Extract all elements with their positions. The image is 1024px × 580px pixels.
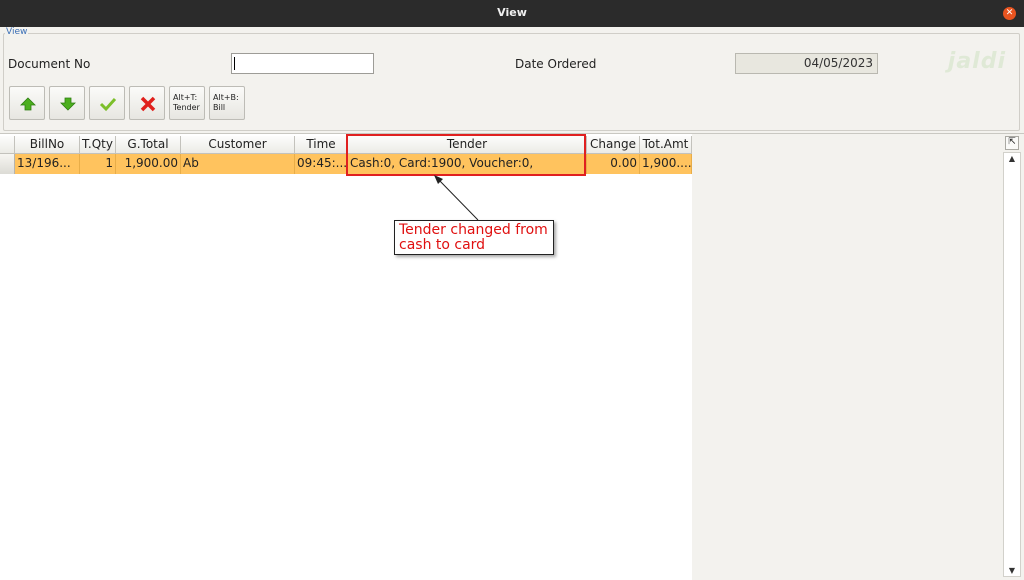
annotation-line-1: Tender changed from — [399, 222, 548, 238]
date-ordered-label: Date Ordered — [515, 57, 597, 71]
tender-button-label: Tender — [173, 103, 200, 112]
window-titlebar: View ✕ — [0, 0, 1024, 27]
tender-button[interactable]: Alt+T: Tender — [169, 86, 205, 120]
empty-table-region — [692, 134, 1000, 580]
date-ordered-field[interactable]: 04/05/2023 — [735, 53, 878, 74]
scroll-down-icon[interactable]: ▼ — [1004, 565, 1020, 577]
move-down-button[interactable] — [49, 86, 85, 120]
annotation-callout: Tender changed from cash to card — [394, 220, 554, 255]
move-up-button[interactable] — [9, 86, 45, 120]
jaldi-watermark-logo: jaldi — [947, 49, 1006, 74]
bills-table-area: BillNo T.Qty G.Total Customer Time Tende… — [0, 133, 1024, 580]
scrollbar-track[interactable] — [1003, 152, 1021, 577]
checkmark-icon — [99, 97, 117, 112]
bill-button-label: Bill — [213, 103, 226, 112]
arrow-up-icon — [20, 97, 36, 111]
header-panel: View jaldi Document No Date Ordered 04/0… — [0, 27, 1024, 133]
scroll-up-icon[interactable]: ▲ — [1004, 153, 1020, 165]
annotation-line-2: cash to card — [399, 237, 486, 253]
bill-button[interactable]: Alt+B: Bill — [209, 86, 245, 120]
cancel-button[interactable] — [129, 86, 165, 120]
column-control-icon[interactable]: ⇱ — [1005, 136, 1019, 150]
bill-shortcut-label: Alt+B: — [213, 93, 239, 102]
cross-icon — [140, 96, 156, 112]
arrow-down-icon — [60, 97, 76, 111]
confirm-button[interactable] — [89, 86, 125, 120]
window-title: View — [497, 6, 527, 19]
document-no-label: Document No — [8, 57, 91, 71]
vertical-scrollbar[interactable]: ⇱ ▲ ▼ — [1000, 134, 1024, 580]
text-caret — [234, 57, 235, 70]
tender-shortcut-label: Alt+T: — [173, 93, 198, 102]
annotation-arrow — [434, 175, 479, 221]
document-no-input[interactable] — [231, 53, 374, 74]
groupbox-legend: View — [5, 27, 29, 37]
close-icon[interactable]: ✕ — [1003, 7, 1016, 20]
